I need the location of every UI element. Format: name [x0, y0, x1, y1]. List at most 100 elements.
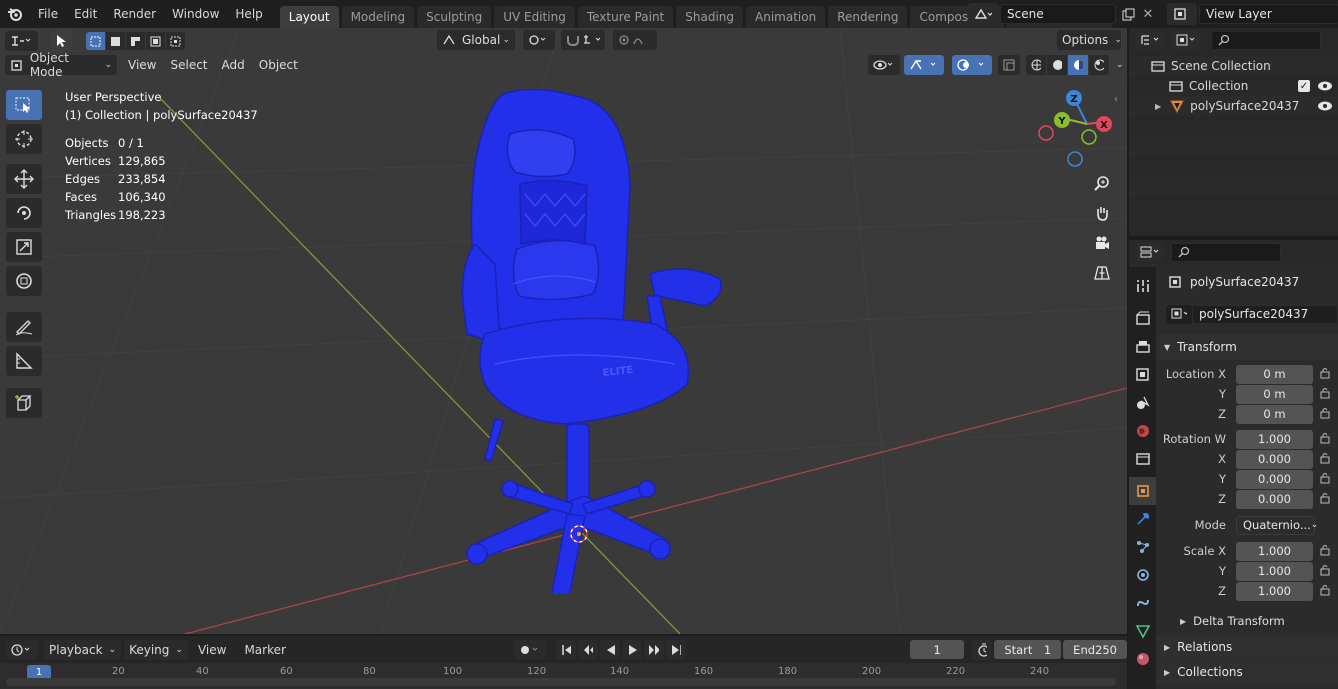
lock-icon[interactable]: [1319, 492, 1331, 507]
view-layer-tab-icon[interactable]: [1129, 361, 1156, 389]
lock-icon[interactable]: [1319, 387, 1331, 402]
zoom-icon[interactable]: [1090, 171, 1114, 195]
collapse-sidebar-icon[interactable]: ‹: [1114, 94, 1118, 105]
rotation-x-field[interactable]: 0.000: [1236, 449, 1313, 469]
outliner-editor-type-icon[interactable]: [1135, 30, 1165, 50]
end-frame-field[interactable]: End 250: [1063, 640, 1127, 659]
outliner-row-collection[interactable]: Collection ✓: [1129, 76, 1338, 96]
shading-options-chevron-icon[interactable]: ⌄: [1116, 60, 1124, 70]
menu-render[interactable]: Render: [105, 7, 164, 21]
measure-tool-icon[interactable]: [6, 346, 42, 376]
rendered-shading-icon[interactable]: [1089, 55, 1109, 75]
orientation-dropdown[interactable]: Global ⌄: [437, 30, 515, 50]
pan-hand-icon[interactable]: [1090, 201, 1114, 225]
jump-keyframe-back-icon[interactable]: [577, 639, 598, 660]
new-scene-icon[interactable]: [1118, 4, 1138, 24]
collection-tab-icon[interactable]: [1129, 445, 1156, 473]
wireframe-shading-icon[interactable]: [1026, 55, 1046, 75]
current-frame-field[interactable]: 1: [909, 640, 965, 659]
menu-help[interactable]: Help: [227, 7, 270, 21]
play-icon[interactable]: [621, 639, 642, 660]
pivot-point-dropdown[interactable]: [523, 30, 555, 50]
lock-icon[interactable]: [1319, 407, 1331, 422]
auto-keying-toggle[interactable]: [513, 639, 546, 660]
playback-menu[interactable]: Playback ⌄: [44, 639, 122, 660]
lock-icon[interactable]: [1319, 564, 1331, 579]
jump-keyframe-forward-icon[interactable]: [643, 639, 664, 660]
timeline-menu-marker[interactable]: Marker: [244, 643, 285, 657]
add-cube-tool-icon[interactable]: [6, 388, 42, 418]
rotation-w-field[interactable]: 1.000: [1236, 429, 1313, 449]
navigation-gizmo[interactable]: Z Y X: [1032, 86, 1116, 170]
transform-tool-icon[interactable]: [6, 266, 42, 296]
tab-texture-paint[interactable]: Texture Paint: [577, 6, 674, 28]
cursor-tool-icon[interactable]: [6, 124, 42, 154]
blender-logo-icon[interactable]: [0, 7, 30, 21]
3d-cursor-icon[interactable]: [566, 521, 592, 547]
move-tool-icon[interactable]: [6, 164, 42, 194]
particles-tab-icon[interactable]: [1129, 533, 1156, 561]
tab-rendering[interactable]: Rendering: [828, 6, 908, 28]
physics-tab-icon[interactable]: [1129, 561, 1156, 589]
gizmo-toggle[interactable]: [904, 55, 944, 75]
gizmo-neg-x[interactable]: [1038, 125, 1054, 141]
view-layer-icon[interactable]: [1167, 3, 1197, 25]
visibility-eye-icon[interactable]: [1317, 80, 1333, 92]
menu-object[interactable]: Object: [252, 58, 305, 72]
visibility-eye-icon[interactable]: [1317, 100, 1333, 112]
3d-viewport[interactable]: ELITE Global ⌄ Options ⌄ Object Mode ⌄ V…: [0, 28, 1127, 634]
data-tab-icon[interactable]: [1129, 617, 1156, 645]
gizmo-neg-y[interactable]: [1081, 129, 1097, 145]
gizmo-neg-z[interactable]: [1067, 151, 1083, 167]
menu-add[interactable]: Add: [215, 58, 252, 72]
menu-file[interactable]: File: [30, 7, 66, 21]
scale-z-field[interactable]: 1.000: [1236, 581, 1313, 601]
rotation-mode-dropdown[interactable]: Quaternio... ⌄: [1236, 515, 1318, 535]
tab-shading[interactable]: Shading: [676, 6, 743, 28]
lock-icon[interactable]: [1319, 452, 1331, 467]
tool-tab-icon[interactable]: [1129, 267, 1156, 305]
timeline-editor-type-icon[interactable]: [6, 639, 38, 660]
lock-icon[interactable]: [1319, 544, 1331, 559]
lock-icon[interactable]: [1319, 584, 1331, 599]
select-extend-icon[interactable]: [106, 32, 125, 50]
tab-modeling[interactable]: Modeling: [341, 6, 415, 28]
constraints-tab-icon[interactable]: [1129, 589, 1156, 617]
modifier-tab-icon[interactable]: [1129, 505, 1156, 533]
display-mode-icon[interactable]: [1171, 30, 1201, 50]
select-intersect-icon[interactable]: [166, 32, 185, 50]
collections-panel-header[interactable]: ▶ Collections: [1156, 660, 1338, 684]
scene-tab-icon[interactable]: [1129, 389, 1156, 417]
menu-select[interactable]: Select: [163, 58, 214, 72]
tab-uv-editing[interactable]: UV Editing: [494, 6, 575, 28]
output-tab-icon[interactable]: [1129, 333, 1156, 361]
tab-layout[interactable]: Layout: [279, 6, 339, 28]
outliner-row-object[interactable]: ▶ polySurface20437: [1129, 96, 1338, 116]
lock-icon[interactable]: [1319, 472, 1331, 487]
select-tool-icon[interactable]: [50, 30, 72, 52]
object-browse-icon[interactable]: [1166, 304, 1192, 324]
scale-tool-icon[interactable]: [6, 232, 42, 262]
location-z-field[interactable]: 0 m: [1236, 404, 1313, 424]
world-tab-icon[interactable]: [1129, 417, 1156, 445]
select-invert-icon[interactable]: [146, 32, 165, 50]
start-frame-field[interactable]: Start 1: [994, 640, 1062, 659]
rotate-tool-icon[interactable]: [6, 198, 42, 228]
preview-range-icon[interactable]: [972, 639, 993, 660]
timeline-ruler[interactable]: 1 20 40 60 80 100 120 140 160 180 200 22…: [0, 663, 1127, 689]
lock-icon[interactable]: [1319, 432, 1331, 447]
properties-search-input[interactable]: [1171, 242, 1281, 262]
rotation-z-field[interactable]: 0.000: [1236, 489, 1313, 509]
keying-menu[interactable]: Keying ⌄: [124, 639, 188, 660]
menu-window[interactable]: Window: [164, 7, 227, 21]
delta-transform-subpanel[interactable]: ▶ Delta Transform: [1156, 611, 1338, 631]
relations-panel-header[interactable]: ▶ Relations: [1156, 635, 1338, 659]
chair-model[interactable]: ELITE: [455, 84, 730, 594]
menu-edit[interactable]: Edit: [66, 7, 105, 21]
proportional-editing-toggle[interactable]: [613, 30, 657, 50]
play-reverse-icon[interactable]: [599, 639, 620, 660]
visibility-dropdown[interactable]: [868, 55, 900, 75]
scene-name-field[interactable]: Scene: [1000, 4, 1116, 24]
view-layer-field[interactable]: View Layer: [1199, 4, 1338, 24]
jump-start-icon[interactable]: [555, 639, 576, 660]
